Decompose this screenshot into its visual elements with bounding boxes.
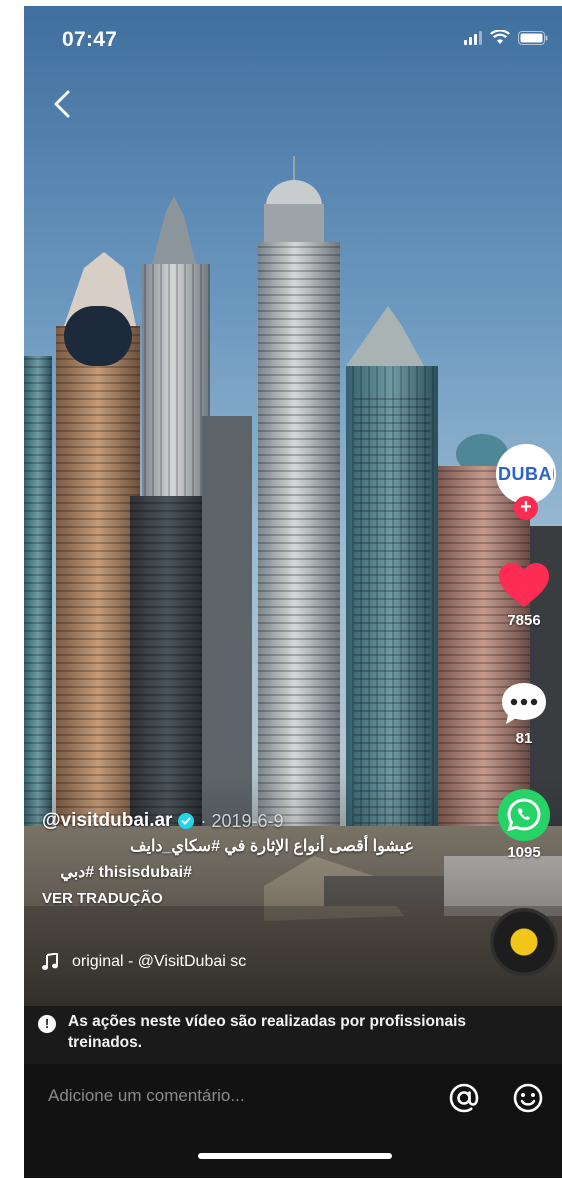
safety-notice: ! As ações neste vídeo são realizadas po… xyxy=(24,1006,562,1064)
comment-bar xyxy=(24,1064,562,1178)
translate-button[interactable]: VER TRADUÇÃO xyxy=(42,890,502,907)
follow-button[interactable]: + xyxy=(514,496,538,520)
comment-button[interactable]: 81 xyxy=(486,680,562,747)
post-caption: @visitdubai.ar · 2019-6-9 عيشوا أقصى أنو… xyxy=(42,808,502,907)
status-icons xyxy=(464,30,548,45)
comment-input[interactable] xyxy=(48,1086,428,1106)
heart-icon xyxy=(499,563,549,607)
chevron-left-icon xyxy=(54,90,70,118)
status-time: 07:47 xyxy=(62,28,118,51)
music-disc[interactable] xyxy=(490,908,558,976)
speech-bubble-icon xyxy=(502,683,546,724)
avatar-logo-text: DUBAI xyxy=(498,464,556,484)
music-note-icon xyxy=(42,953,58,970)
author-username[interactable]: @visitdubai.ar xyxy=(42,810,172,832)
post-date: · 2019-6-9 xyxy=(200,810,284,831)
cellular-signal-icon xyxy=(464,30,482,45)
battery-icon xyxy=(518,30,548,45)
like-button[interactable]: 7856 xyxy=(486,562,562,629)
avatar[interactable]: DUBAI xyxy=(496,444,556,504)
verified-badge-icon xyxy=(178,813,195,829)
music-title: original - @VisitDubai sc xyxy=(72,953,247,970)
mention-button[interactable] xyxy=(444,1078,484,1118)
caption-line-arabic: عيشوا أقصى أنواع الإثارة في #سكاي_دايف xyxy=(129,838,414,855)
phone-screen: 07:47 DUBAI + 7856 81 1095 @visitdubai.a… xyxy=(24,6,562,1178)
like-count: 7856 xyxy=(507,612,541,629)
exclamation-icon: ! xyxy=(38,1015,56,1033)
music-info[interactable]: original - @VisitDubai sc xyxy=(42,953,246,971)
wifi-icon xyxy=(490,30,510,44)
at-sign-icon xyxy=(449,1083,479,1113)
home-indicator[interactable] xyxy=(198,1153,392,1159)
whatsapp-icon xyxy=(498,789,550,841)
comment-count: 81 xyxy=(515,730,533,747)
back-button[interactable] xyxy=(44,84,84,124)
smiley-icon xyxy=(513,1083,543,1113)
emoji-button[interactable] xyxy=(508,1078,548,1118)
caption-hashtags[interactable]: #thisisdubai #دبي xyxy=(42,860,192,886)
author-line: @visitdubai.ar · 2019-6-9 xyxy=(42,808,502,834)
safety-notice-text: As ações neste vídeo são realizadas por … xyxy=(68,1013,466,1051)
